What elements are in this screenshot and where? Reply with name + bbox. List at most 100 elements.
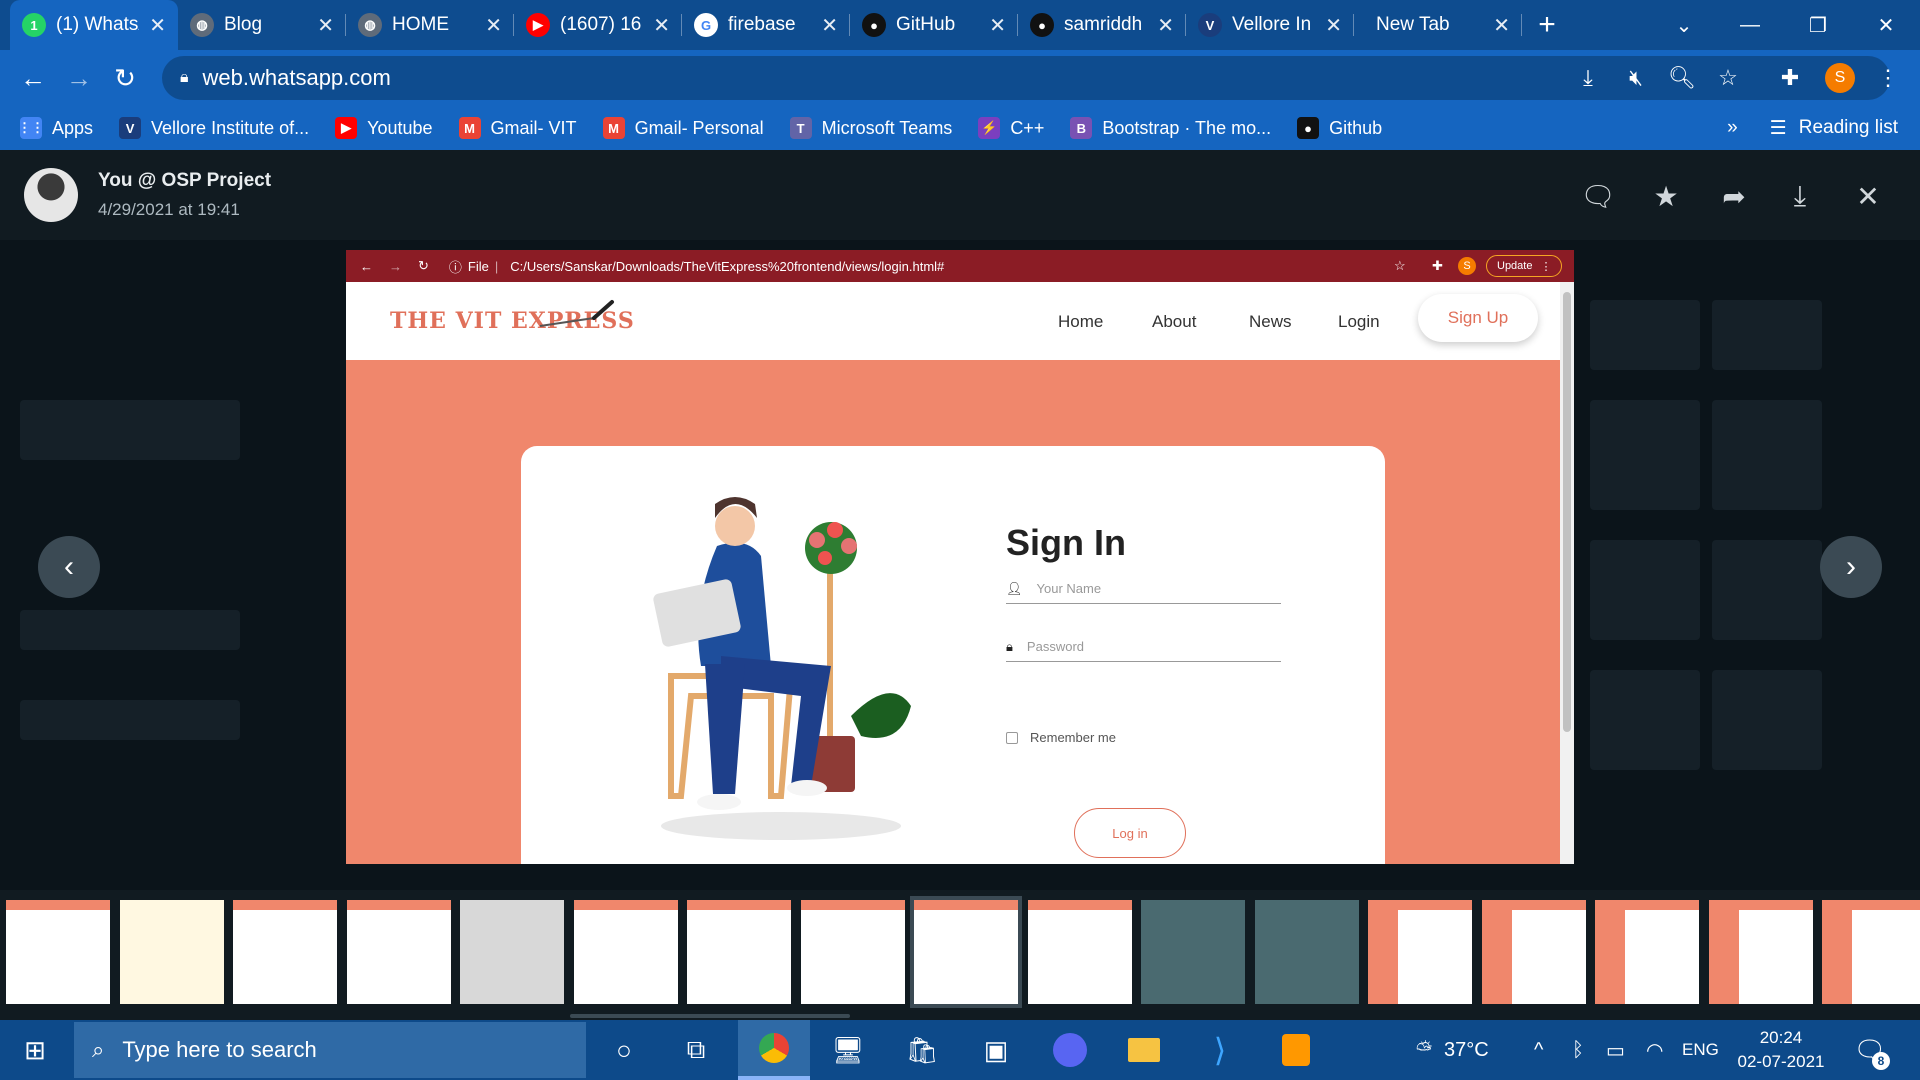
weather-widget[interactable]: ⛅︎ 37°C bbox=[1416, 1020, 1489, 1080]
bookmark-item[interactable]: T Microsoft Teams bbox=[789, 117, 952, 139]
media-thumbnail[interactable] bbox=[233, 900, 337, 1004]
thumbnail-scrollbar[interactable] bbox=[570, 1014, 850, 1018]
bookmark-star-icon[interactable]: ☆ bbox=[1706, 50, 1750, 106]
tab-search-icon[interactable]: ⌄ bbox=[1650, 0, 1718, 50]
close-tab-icon[interactable]: ✕ bbox=[485, 13, 502, 38]
browser-tab[interactable]: ● GitHub ✕ bbox=[850, 0, 1018, 50]
media-thumbnail[interactable] bbox=[1595, 900, 1699, 1004]
name-field: 👤︎ Your Name bbox=[1006, 574, 1281, 604]
previous-media-button[interactable]: ‹ bbox=[38, 536, 100, 598]
reading-list-button[interactable]: Reading list bbox=[1799, 117, 1898, 139]
close-window-button[interactable]: ✕ bbox=[1852, 0, 1920, 50]
windows-start-icon[interactable]: ⊞ bbox=[0, 1020, 70, 1080]
browser-tab[interactable]: Gfirebase ✕ bbox=[682, 0, 850, 50]
language-indicator[interactable]: ENG bbox=[1682, 1020, 1719, 1080]
bookmark-item[interactable]: ⋮⋮ Apps bbox=[18, 117, 93, 139]
bookmark-label: Gmail- Personal bbox=[634, 117, 764, 138]
close-viewer-icon[interactable]: ✕ bbox=[1848, 176, 1888, 216]
media-thumbnail[interactable] bbox=[6, 900, 110, 1004]
extensions-icon[interactable]: ✚ bbox=[1768, 50, 1812, 106]
site-signup-button: Sign Up bbox=[1418, 294, 1538, 342]
new-tab-button[interactable]: + bbox=[1522, 0, 1572, 50]
close-tab-icon[interactable]: ✕ bbox=[653, 13, 670, 38]
muted-site-icon[interactable]: 🔇︎ bbox=[1614, 50, 1658, 106]
browser-tab[interactable]: ◍ Blog ✕ bbox=[178, 0, 346, 50]
close-tab-icon[interactable]: ✕ bbox=[989, 13, 1006, 38]
search-icon: ⌕ bbox=[92, 1037, 105, 1062]
media-thumbnail[interactable] bbox=[1254, 900, 1359, 1004]
media-thumbnail[interactable] bbox=[573, 900, 678, 1004]
bookmark-item[interactable]: M Gmail- Personal bbox=[602, 117, 764, 139]
media-thumbnail[interactable] bbox=[1822, 900, 1920, 1004]
notification-center-icon[interactable]: 🗨︎ 8 bbox=[1848, 1028, 1892, 1072]
screen-app-icon[interactable]: ▣ bbox=[960, 1020, 1032, 1080]
close-tab-icon[interactable]: ✕ bbox=[821, 13, 838, 38]
address-url[interactable]: web.whatsapp.com bbox=[203, 65, 391, 91]
profile-avatar[interactable]: S bbox=[1818, 50, 1862, 106]
desktop-app-icon[interactable]: 🖥︎ bbox=[812, 1020, 884, 1080]
bluetooth-icon[interactable]: ᛒ bbox=[1572, 1020, 1584, 1080]
media-thumbnail[interactable] bbox=[119, 900, 224, 1004]
vscode-icon[interactable]: ⟩ bbox=[1184, 1020, 1256, 1080]
media-thumbnail[interactable] bbox=[687, 900, 791, 1004]
media-thumbnail[interactable] bbox=[1141, 900, 1245, 1004]
media-thumbnail[interactable] bbox=[1481, 900, 1586, 1004]
store-icon[interactable]: 🛍︎ bbox=[886, 1020, 958, 1080]
vit-icon: V bbox=[1198, 13, 1222, 37]
go-to-message-icon[interactable]: 🗨︎ bbox=[1578, 176, 1618, 216]
wifi-icon[interactable]: ◠ bbox=[1646, 1020, 1663, 1080]
bookmark-item[interactable]: ▶ Youtube bbox=[335, 117, 433, 139]
menu-kebab-icon[interactable]: ⋮ bbox=[1866, 50, 1910, 106]
system-clock[interactable]: 20:24 02-07-2021 bbox=[1736, 1026, 1826, 1074]
background-blur bbox=[1590, 670, 1700, 770]
tray-chevron-icon[interactable]: ^ bbox=[1534, 1020, 1543, 1080]
restore-button[interactable]: ❐ bbox=[1784, 0, 1852, 50]
next-media-button[interactable]: › bbox=[1820, 536, 1882, 598]
file-explorer-icon[interactable] bbox=[1108, 1020, 1180, 1080]
close-tab-icon[interactable]: ✕ bbox=[317, 13, 334, 38]
download-media-icon[interactable]: ⤓ bbox=[1780, 176, 1820, 216]
more-bookmarks-button[interactable]: » bbox=[1727, 117, 1738, 139]
minimize-button[interactable]: — bbox=[1716, 0, 1784, 50]
media-thumbnail[interactable] bbox=[1708, 900, 1813, 1004]
back-button[interactable]: ← bbox=[10, 55, 56, 101]
bookmark-item[interactable]: B Bootstrap · The mo... bbox=[1070, 117, 1271, 139]
battery-icon[interactable]: ▭ bbox=[1606, 1020, 1625, 1080]
browser-tab[interactable]: ▶ (1607) 16 ✕ bbox=[514, 0, 682, 50]
browser-tab[interactable]: ◍ HOME ✕ bbox=[346, 0, 514, 50]
browser-tab[interactable]: V Vellore In ✕ bbox=[1186, 0, 1354, 50]
download-icon[interactable]: ⤓ bbox=[1566, 50, 1610, 106]
media-thumbnail-strip bbox=[0, 890, 1920, 1020]
close-tab-icon[interactable]: ✕ bbox=[1325, 13, 1342, 38]
media-thumbnail[interactable] bbox=[800, 900, 905, 1004]
star-icon[interactable]: ★ bbox=[1646, 176, 1686, 216]
chrome-taskbar-icon[interactable] bbox=[738, 1020, 810, 1080]
browser-tab[interactable]: 1 (1) WhatsApp ✕ bbox=[10, 0, 178, 50]
tab-title: samriddh bbox=[1064, 14, 1143, 35]
forward-button[interactable]: → bbox=[56, 55, 102, 101]
browser-tab[interactable]: ● samriddh ✕ bbox=[1018, 0, 1186, 50]
media-thumbnail[interactable] bbox=[346, 900, 451, 1004]
user-icon: 👤︎ bbox=[1006, 580, 1023, 596]
close-tab-icon[interactable]: ✕ bbox=[1493, 13, 1510, 38]
discord-icon[interactable] bbox=[1034, 1020, 1106, 1080]
bookmark-item[interactable]: ⚡ C++ bbox=[978, 117, 1044, 139]
media-thumbnail[interactable] bbox=[1027, 900, 1132, 1004]
bookmark-item[interactable]: M Gmail- VIT bbox=[458, 117, 577, 139]
cortana-icon[interactable]: ○ bbox=[588, 1020, 660, 1080]
zoom-icon[interactable]: 🔍︎ bbox=[1660, 50, 1704, 106]
close-tab-icon[interactable]: ✕ bbox=[149, 13, 166, 38]
media-thumbnail[interactable] bbox=[460, 900, 564, 1004]
close-tab-icon[interactable]: ✕ bbox=[1157, 13, 1174, 38]
browser-tab[interactable]: New Tab ✕ bbox=[1354, 0, 1522, 50]
bookmark-item[interactable]: ● Github bbox=[1297, 117, 1382, 139]
forward-icon[interactable]: ➦ bbox=[1714, 176, 1754, 216]
sublime-icon[interactable] bbox=[1260, 1020, 1332, 1080]
media-thumbnail[interactable] bbox=[910, 896, 1022, 1008]
task-view-icon[interactable]: ⧉ bbox=[660, 1020, 732, 1080]
taskbar-search[interactable]: ⌕ Type here to search bbox=[74, 1022, 586, 1078]
reload-button[interactable]: ↻ bbox=[102, 55, 148, 101]
bookmark-item[interactable]: V Vellore Institute of... bbox=[119, 117, 309, 139]
inner-back-icon: ← bbox=[360, 258, 373, 274]
media-thumbnail[interactable] bbox=[1368, 900, 1472, 1004]
